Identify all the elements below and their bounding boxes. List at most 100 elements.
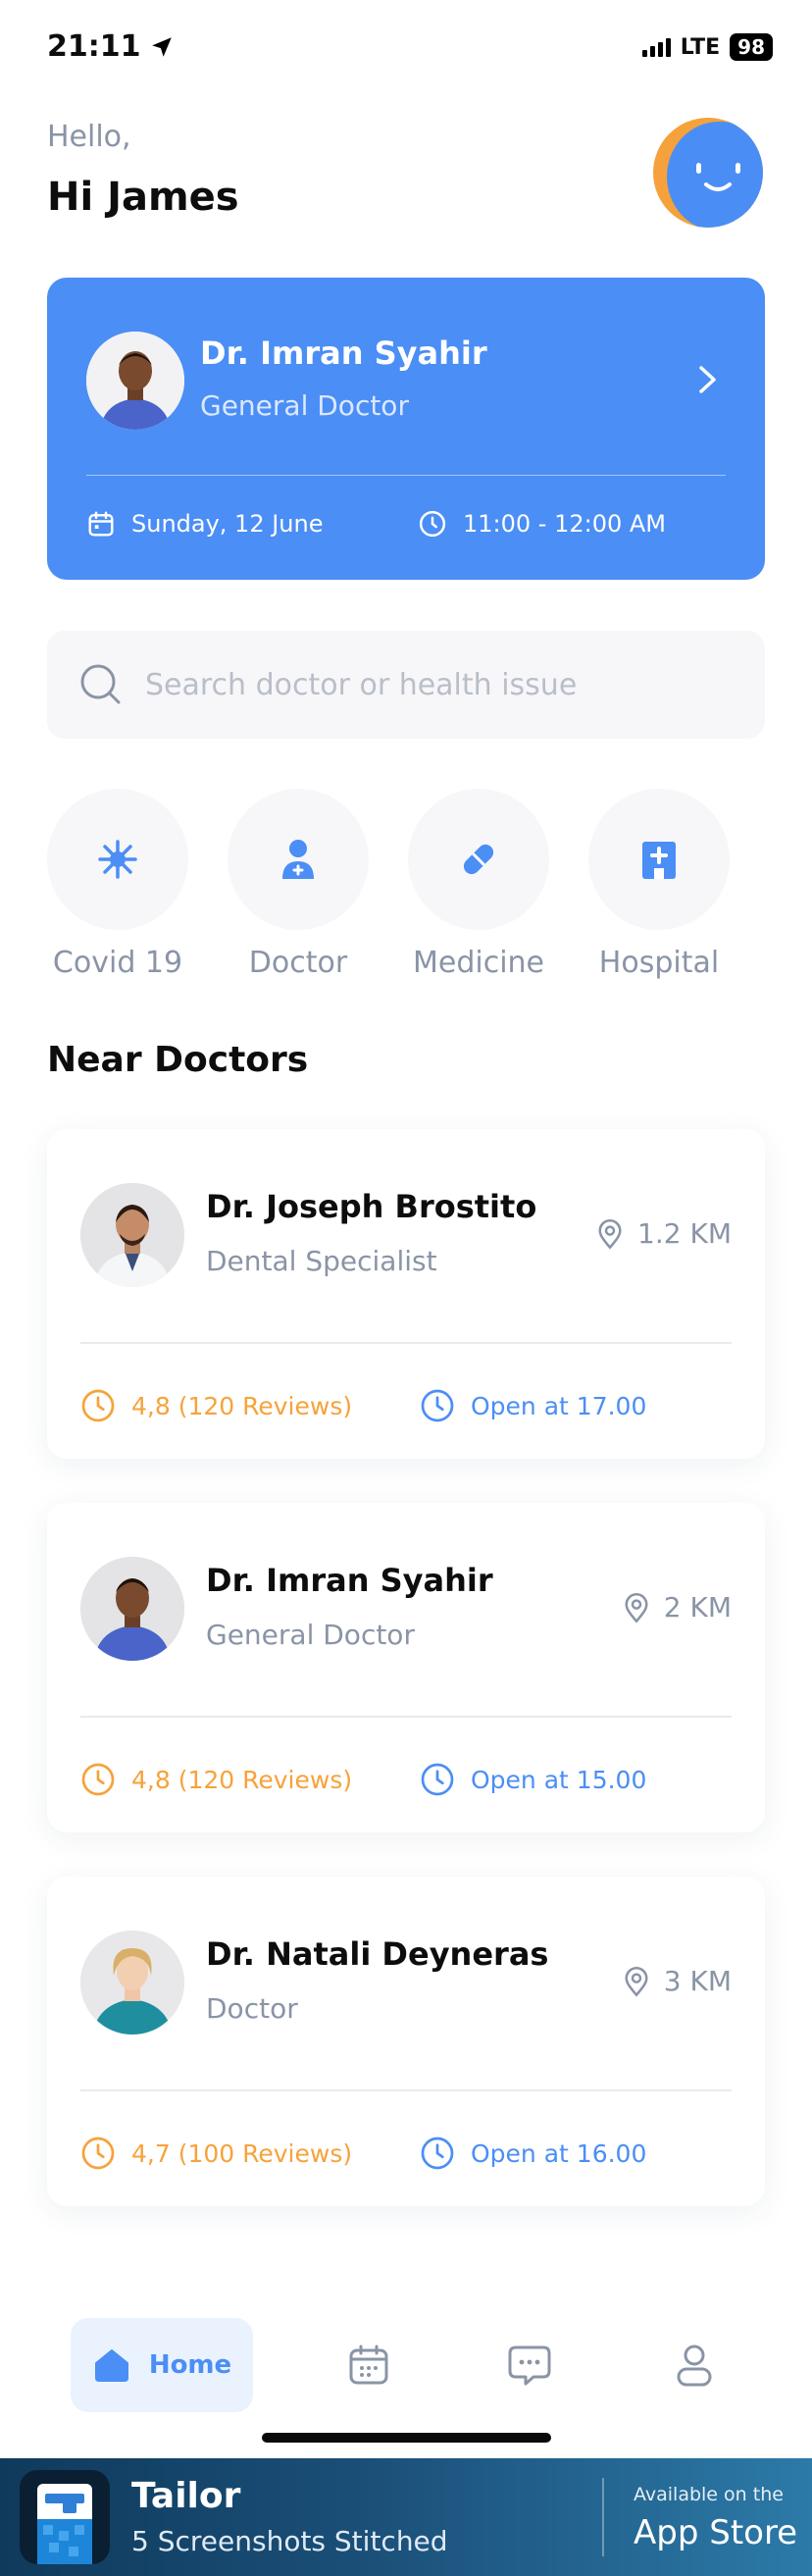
clock-icon [81, 2137, 115, 2170]
chevron-right-icon[interactable] [688, 360, 728, 399]
doctor-photo [80, 1931, 184, 2035]
hospital-icon [642, 842, 676, 879]
greeting-hello: Hello, [47, 120, 131, 154]
pill-icon [463, 844, 494, 875]
category-covid[interactable]: Covid 19 [45, 789, 190, 980]
doctor-distance: 1.2 KM [596, 1217, 732, 1250]
search-bar[interactable] [47, 631, 765, 739]
doctor-rating: 4,8 (120 Reviews) [80, 1388, 352, 1423]
clock-icon [421, 1763, 454, 1796]
banner-separator [602, 2478, 604, 2556]
appointment-date-text: Sunday, 12 June [131, 510, 324, 538]
home-indicator [262, 2433, 551, 2443]
calendar-icon[interactable] [345, 2342, 392, 2389]
near-doctors-title: Near Doctors [47, 1040, 309, 1080]
appointment-doctor-specialty: General Doctor [200, 389, 409, 422]
doctor-distance-text: 2 KM [663, 1591, 732, 1623]
promo-banner[interactable]: Tailor 5 Screenshots Stitched Available … [0, 2458, 812, 2576]
doctor-open-time: Open at 16.00 [420, 2136, 646, 2171]
doctor-specialty: Dental Specialist [206, 1245, 437, 1277]
doctor-card[interactable]: Dr. Natali Deyneras Doctor 3 KM 4,7 (100… [47, 1877, 765, 2206]
category-label: Doctor [248, 946, 348, 980]
banner-title: Tailor [131, 2476, 241, 2516]
banner-store-text: App Store [634, 2513, 798, 2552]
avatar[interactable] [653, 118, 763, 228]
chat-icon[interactable] [506, 2342, 553, 2389]
doctor-portrait-icon [80, 1557, 184, 1661]
clock-icon [421, 2137, 454, 2170]
doctor-card-divider [80, 1716, 732, 1718]
doctor-distance-text: 3 KM [663, 1965, 732, 1997]
battery-icon: 98 [730, 33, 773, 61]
search-input[interactable] [145, 667, 694, 702]
appointment-doctor-photo [86, 332, 184, 430]
doctor-photo [80, 1183, 184, 1287]
nav-home[interactable]: Home [71, 2318, 253, 2412]
doctor-distance-text: 1.2 KM [637, 1217, 732, 1250]
category-hospital-circle [588, 789, 730, 930]
appointment-date: Sunday, 12 June [86, 509, 324, 539]
doctor-card-divider [80, 1342, 732, 1344]
category-medicine-circle [408, 789, 549, 930]
doctor-open-time: Open at 15.00 [420, 1762, 646, 1797]
search-icon [80, 664, 121, 704]
category-label: Hospital [598, 946, 720, 980]
doctor-rating-text: 4,7 (100 Reviews) [131, 2138, 353, 2168]
doctor-open-text: Open at 16.00 [471, 2138, 647, 2168]
doctor-card[interactable]: Dr. Joseph Brostito Dental Specialist 1.… [47, 1129, 765, 1459]
calendar-icon [88, 511, 114, 537]
doctor-distance: 3 KM [623, 1965, 732, 1997]
smiley-icon [696, 163, 740, 191]
virus-icon [98, 840, 137, 879]
clock-icon [419, 510, 446, 538]
doctor-name: Dr. Natali Deyneras [206, 1935, 549, 1973]
avatar-face [667, 122, 763, 228]
doctor-specialty: General Doctor [206, 1619, 415, 1651]
location-arrow-icon [151, 36, 172, 57]
status-indicators: LTE 98 [641, 33, 773, 61]
category-doctor[interactable]: Doctor [226, 789, 371, 980]
doctor-portrait-icon [80, 1183, 184, 1287]
network-label: LTE [680, 34, 721, 60]
banner-available-text: Available on the [634, 2484, 784, 2505]
location-pin-icon [625, 1592, 648, 1623]
appointment-divider [86, 475, 726, 476]
tailor-app-icon [37, 2484, 92, 2564]
clock-icon [81, 1389, 115, 1422]
doctor-name: Dr. Joseph Brostito [206, 1188, 537, 1225]
clock-icon [81, 1763, 115, 1796]
doctor-portrait-icon [86, 332, 184, 430]
doctor-specialty: Doctor [206, 1992, 298, 2025]
category-label: Covid 19 [52, 946, 183, 980]
doctor-distance: 2 KM [623, 1591, 732, 1623]
signal-icon [641, 37, 671, 57]
appointment-card[interactable]: Dr. Imran Syahir General Doctor Sunday, … [47, 278, 765, 580]
doctor-open-time: Open at 17.00 [420, 1388, 646, 1423]
category-hospital[interactable]: Hospital [586, 789, 732, 980]
doctor-rating: 4,8 (120 Reviews) [80, 1762, 352, 1797]
doctor-rating-text: 4,8 (120 Reviews) [131, 1765, 353, 1794]
status-time: 21:11 [47, 29, 175, 64]
category-medicine[interactable]: Medicine [406, 789, 551, 980]
doctor-icon [282, 840, 314, 879]
tailor-logo-icon [20, 2470, 110, 2564]
nav-home-label: Home [148, 2350, 232, 2380]
location-pin-icon [625, 1966, 648, 1997]
appointment-time: 11:00 - 12:00 AM [418, 509, 666, 539]
category-covid-circle [47, 789, 188, 930]
doctor-portrait-icon [80, 1931, 184, 2035]
doctor-rating-text: 4,8 (120 Reviews) [131, 1391, 353, 1420]
category-doctor-circle [228, 789, 369, 930]
appointment-time-text: 11:00 - 12:00 AM [463, 510, 666, 538]
category-label: Medicine [412, 946, 545, 980]
doctor-card-divider [80, 2089, 732, 2091]
banner-subtitle: 5 Screenshots Stitched [131, 2525, 448, 2557]
doctor-open-text: Open at 17.00 [471, 1391, 647, 1420]
bottom-nav: Home [0, 2295, 812, 2433]
doctor-rating: 4,7 (100 Reviews) [80, 2136, 352, 2171]
profile-icon[interactable] [671, 2342, 718, 2389]
appointment-doctor-name: Dr. Imran Syahir [200, 335, 487, 372]
doctor-card[interactable]: Dr. Imran Syahir General Doctor 2 KM 4,8… [47, 1503, 765, 1832]
status-time-text: 21:11 [47, 29, 141, 64]
location-pin-icon [598, 1218, 622, 1250]
